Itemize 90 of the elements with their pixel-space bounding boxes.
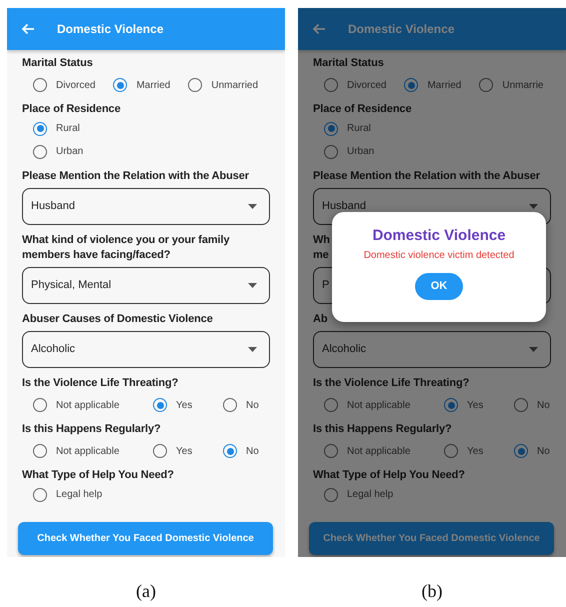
option-label: Legal help [56, 488, 102, 502]
radio-button[interactable] [188, 78, 202, 92]
option-label: Urban [56, 145, 84, 159]
dropdown-value: Alcoholic [31, 342, 76, 358]
option-label: Not applicable [347, 444, 410, 458]
question-label: Is the Violence Life Threating? [22, 376, 178, 391]
question-label: Wh me [313, 233, 330, 263]
question-label: Place of Residence [22, 102, 120, 117]
radio-button[interactable] [514, 398, 528, 412]
radio-button[interactable] [113, 78, 128, 92]
dropdown-field[interactable]: Alcoholic [313, 331, 551, 368]
option-label: No [246, 398, 259, 412]
option-label: Legal help [347, 488, 394, 502]
option-label: Married [427, 78, 462, 92]
option-label: Rural [347, 122, 371, 136]
caret-icon [248, 204, 257, 209]
radio-button[interactable] [324, 488, 338, 502]
dropdown-value: P [322, 278, 330, 294]
radio-button[interactable] [153, 444, 167, 458]
caret-icon [529, 204, 538, 209]
caret-icon [248, 283, 257, 288]
radio-button[interactable] [324, 444, 338, 458]
question-label: Please Mention the Relation with the Abuser [313, 169, 540, 184]
radio-button[interactable] [324, 78, 338, 92]
question-label: Abuser Causes of Domestic Violence [22, 312, 213, 327]
back-icon[interactable] [312, 23, 326, 35]
dropdown-field[interactable]: Physical, Mental [22, 267, 270, 304]
radio-button[interactable] [223, 444, 237, 458]
question-label: What kind of violence you or your family members have facing/faced? [22, 233, 230, 263]
radio-button[interactable] [33, 78, 47, 92]
option-label: Married [136, 78, 170, 92]
option-label: Yes [176, 444, 192, 458]
option-label: Yes [176, 398, 192, 412]
dialog-title: Domestic Violence [372, 226, 506, 246]
question-label: Is the Violence Life Threating? [313, 376, 470, 391]
question-label: Is this Happens Regularly? [313, 422, 452, 437]
dropdown-value: Husband [31, 199, 76, 214]
radio-button[interactable] [223, 398, 237, 412]
option-label: Yes [467, 444, 484, 458]
question-label: Ab [313, 312, 328, 327]
option-label: Divorced [56, 78, 96, 92]
figure-caption: (a) [136, 580, 156, 603]
back-icon[interactable] [21, 23, 35, 35]
dropdown-field[interactable]: Alcoholic [22, 331, 270, 368]
radio-button[interactable] [479, 78, 494, 92]
check-button[interactable]: Check Whether You Faced Domestic Violence [18, 522, 273, 555]
radio-button[interactable] [514, 444, 528, 458]
question-label: Marital Status [313, 56, 384, 71]
question-label: What Type of Help You Need? [313, 468, 465, 483]
option-label: Unmarried [211, 78, 258, 92]
radio-button[interactable] [324, 122, 338, 136]
caret-icon [248, 347, 257, 352]
dropdown-field[interactable]: Husband [22, 188, 270, 225]
figure-caption: (b) [422, 580, 442, 603]
radio-button[interactable] [444, 398, 458, 412]
option-label: No [537, 398, 550, 412]
question-label: Please Mention the Relation with the Abuser [22, 169, 249, 184]
app-title: Domestic Violence [348, 21, 454, 38]
dropdown-value: Physical, Mental [31, 278, 112, 294]
question-label: Place of Residence [313, 102, 412, 117]
app-title: Domestic Violence [57, 21, 164, 38]
option-label: Divorced [347, 78, 386, 92]
radio-button[interactable] [33, 398, 47, 412]
option-label: No [246, 444, 259, 458]
radio-button[interactable] [33, 488, 47, 502]
radio-button[interactable] [324, 144, 338, 158]
option-label: Not applicable [56, 398, 120, 412]
caret-icon [529, 347, 538, 352]
option-label: Yes [467, 398, 484, 412]
question-label: Is this Happens Regularly? [22, 422, 161, 437]
radio-button[interactable] [33, 122, 47, 136]
radio-button[interactable] [444, 444, 458, 458]
option-label: No [537, 444, 550, 458]
option-label: Not applicable [347, 398, 410, 412]
dropdown-value: Husband [322, 199, 366, 214]
question-label: Marital Status [22, 56, 93, 71]
radio-button[interactable] [324, 398, 338, 412]
option-label: Rural [56, 122, 80, 136]
option-label: Not applicable [56, 444, 120, 458]
radio-button[interactable] [33, 144, 47, 158]
option-label: Unmarrie [502, 78, 544, 92]
radio-button[interactable] [153, 398, 167, 412]
ok-button[interactable]: OK [415, 273, 463, 300]
question-label: What Type of Help You Need? [22, 468, 174, 483]
dialog-message: Domestic violence victim detected [364, 249, 514, 263]
check-button[interactable]: Check Whether You Faced Domestic Violence [309, 522, 554, 555]
radio-button[interactable] [33, 444, 47, 458]
radio-button[interactable] [404, 78, 418, 92]
dropdown-value: Alcoholic [322, 342, 366, 358]
option-label: Urban [347, 145, 374, 159]
